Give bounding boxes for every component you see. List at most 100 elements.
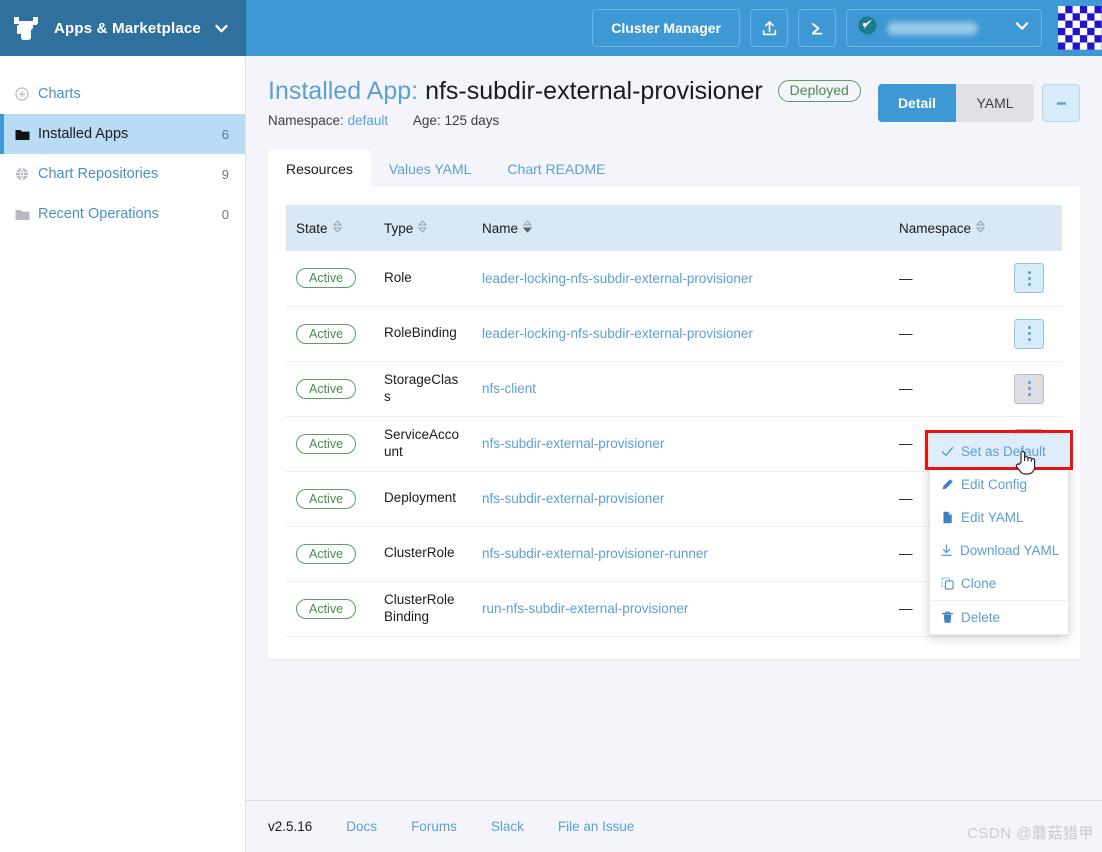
- namespace-label: Namespace:: [268, 113, 344, 128]
- cluster-icon: [857, 15, 878, 41]
- cell-name: nfs-subdir-external-provisioner: [472, 471, 889, 527]
- sidebar-item-chart-repositories[interactable]: Chart Repositories 9: [0, 154, 245, 194]
- sidebar-item-label: Installed Apps: [38, 126, 129, 142]
- resource-link[interactable]: nfs-client: [482, 381, 536, 396]
- column-header-namespace[interactable]: Namespace: [889, 205, 1004, 251]
- menu-item-edit-yaml[interactable]: Edit YAML: [930, 501, 1068, 534]
- view-switcher: Detail YAML: [878, 84, 1034, 122]
- table-row[interactable]: Active StorageClass nfs-client —: [286, 361, 1062, 417]
- cell-name: nfs-subdir-external-provisioner: [472, 416, 889, 472]
- watermark: CSDN @蘑菇猎甲: [967, 825, 1094, 842]
- check-icon: [940, 445, 954, 458]
- cell-state: Active: [286, 251, 374, 307]
- status-badge: Deployed: [777, 80, 861, 102]
- menu-item-download-yaml[interactable]: Download YAML: [930, 534, 1068, 567]
- plus-circle-icon: [14, 87, 30, 101]
- status-badge: Active: [296, 268, 357, 289]
- page-title-name: nfs-subdir-external-provisioner: [425, 77, 763, 105]
- namespace-value[interactable]: default: [348, 113, 389, 128]
- column-header-label: Name: [482, 220, 519, 236]
- avatar[interactable]: [1058, 6, 1102, 50]
- cell-actions: [1004, 251, 1062, 307]
- brand-area[interactable]: Apps & Marketplace: [0, 0, 246, 56]
- page-subtitle: Namespace: default Age: 125 days: [268, 113, 878, 128]
- resource-link[interactable]: leader-locking-nfs-subdir-external-provi…: [482, 326, 753, 341]
- page-actions-kebab-icon[interactable]: [1042, 84, 1080, 122]
- resource-link[interactable]: nfs-subdir-external-provisioner: [482, 436, 664, 451]
- menu-item-set-as-default[interactable]: Set as Default: [930, 435, 1068, 468]
- cell-name: nfs-subdir-external-provisioner-runner: [472, 526, 889, 582]
- cell-state: Active: [286, 526, 374, 582]
- row-actions-kebab-icon[interactable]: [1014, 318, 1044, 349]
- cell-type: StorageClass: [374, 361, 472, 417]
- cell-type: ServiceAccount: [374, 416, 472, 472]
- menu-item-edit-config[interactable]: Edit Config: [930, 468, 1068, 501]
- pencil-icon: [940, 478, 954, 491]
- cluster-manager-button[interactable]: Cluster Manager: [592, 9, 740, 47]
- sidebar-item-count: 6: [221, 126, 229, 142]
- resource-link[interactable]: run-nfs-subdir-external-provisioner: [482, 601, 688, 616]
- sidebar-item-recent-operations[interactable]: Recent Operations 0: [0, 194, 245, 234]
- footer-link-forums[interactable]: Forums: [411, 819, 457, 834]
- chevron-down-icon[interactable]: [213, 20, 230, 37]
- tab-values-yaml[interactable]: Values YAML: [371, 150, 490, 187]
- terminal-icon[interactable]: [798, 9, 836, 47]
- cell-namespace: —: [889, 251, 1004, 307]
- footer-link-file-an-issue[interactable]: File an Issue: [558, 819, 635, 834]
- resource-link[interactable]: leader-locking-nfs-subdir-external-provi…: [482, 271, 753, 286]
- table-row[interactable]: Active Role leader-locking-nfs-subdir-ex…: [286, 251, 1062, 307]
- column-header-type[interactable]: Type: [374, 205, 472, 251]
- resource-link[interactable]: nfs-subdir-external-provisioner-runner: [482, 546, 708, 561]
- cell-name: leader-locking-nfs-subdir-external-provi…: [472, 306, 889, 362]
- sidebar-item-count: 9: [221, 166, 229, 182]
- resource-link[interactable]: nfs-subdir-external-provisioner: [482, 491, 664, 506]
- tab-bar: Resources Values YAML Chart README: [268, 150, 1080, 187]
- cell-name: run-nfs-subdir-external-provisioner: [472, 581, 889, 637]
- upload-icon[interactable]: [750, 9, 788, 47]
- tab-resources[interactable]: Resources: [268, 150, 371, 187]
- folder-icon: [14, 208, 30, 221]
- menu-item-label: Set as Default: [961, 444, 1046, 459]
- sidebar-item-installed-apps[interactable]: Installed Apps 6: [0, 114, 245, 154]
- column-header-state[interactable]: State: [286, 205, 374, 251]
- column-header-label: Type: [384, 220, 414, 236]
- row-actions-kebab-icon-active[interactable]: [1014, 373, 1044, 404]
- cell-type: Deployment: [374, 471, 472, 527]
- row-actions-kebab-icon[interactable]: [1014, 263, 1044, 294]
- cell-type: ClusterRoleBinding: [374, 581, 472, 637]
- copy-icon: [940, 577, 954, 590]
- table-header-row: State Type Name Namespace: [286, 205, 1062, 251]
- footer-link-docs[interactable]: Docs: [346, 819, 377, 834]
- tab-chart-readme[interactable]: Chart README: [489, 150, 623, 187]
- view-detail-button[interactable]: Detail: [878, 84, 956, 122]
- menu-item-label: Edit YAML: [961, 510, 1024, 525]
- menu-item-label: Delete: [961, 610, 1001, 625]
- page-title-prefix: Installed App:: [268, 77, 419, 105]
- version-label: v2.5.16: [268, 819, 313, 834]
- sidebar-item-charts[interactable]: Charts: [0, 74, 245, 114]
- table-head: State Type Name Namespace: [286, 205, 1062, 251]
- sidebar: Charts Installed Apps 6 Chart Repositori…: [0, 56, 246, 852]
- rancher-cow-logo-icon: [8, 10, 44, 46]
- menu-item-clone[interactable]: Clone: [930, 567, 1068, 600]
- sort-icon-active: [522, 220, 533, 236]
- column-header-name[interactable]: Name: [472, 205, 889, 251]
- cluster-selector[interactable]: [846, 9, 1042, 47]
- table-row[interactable]: Active RoleBinding leader-locking-nfs-su…: [286, 306, 1062, 362]
- page-header-actions: Detail YAML: [878, 76, 1080, 122]
- footer-link-slack[interactable]: Slack: [491, 819, 524, 834]
- page-header: Installed App: nfs-subdir-external-provi…: [246, 56, 1102, 128]
- age-value: 125 days: [444, 113, 500, 128]
- sidebar-item-label: Charts: [38, 86, 81, 102]
- app-root: Apps & Marketplace Cluster Manager Chart…: [0, 0, 1102, 852]
- cell-state: Active: [286, 581, 374, 637]
- status-badge: Active: [296, 543, 357, 564]
- sort-icon: [418, 220, 428, 236]
- sort-icon: [332, 220, 342, 236]
- status-badge: Active: [296, 433, 357, 454]
- menu-item-delete[interactable]: Delete: [930, 600, 1068, 634]
- cell-state: Active: [286, 416, 374, 472]
- sidebar-item-count: 0: [221, 206, 229, 222]
- top-header: Apps & Marketplace Cluster Manager: [0, 0, 1102, 56]
- view-yaml-button[interactable]: YAML: [956, 84, 1034, 122]
